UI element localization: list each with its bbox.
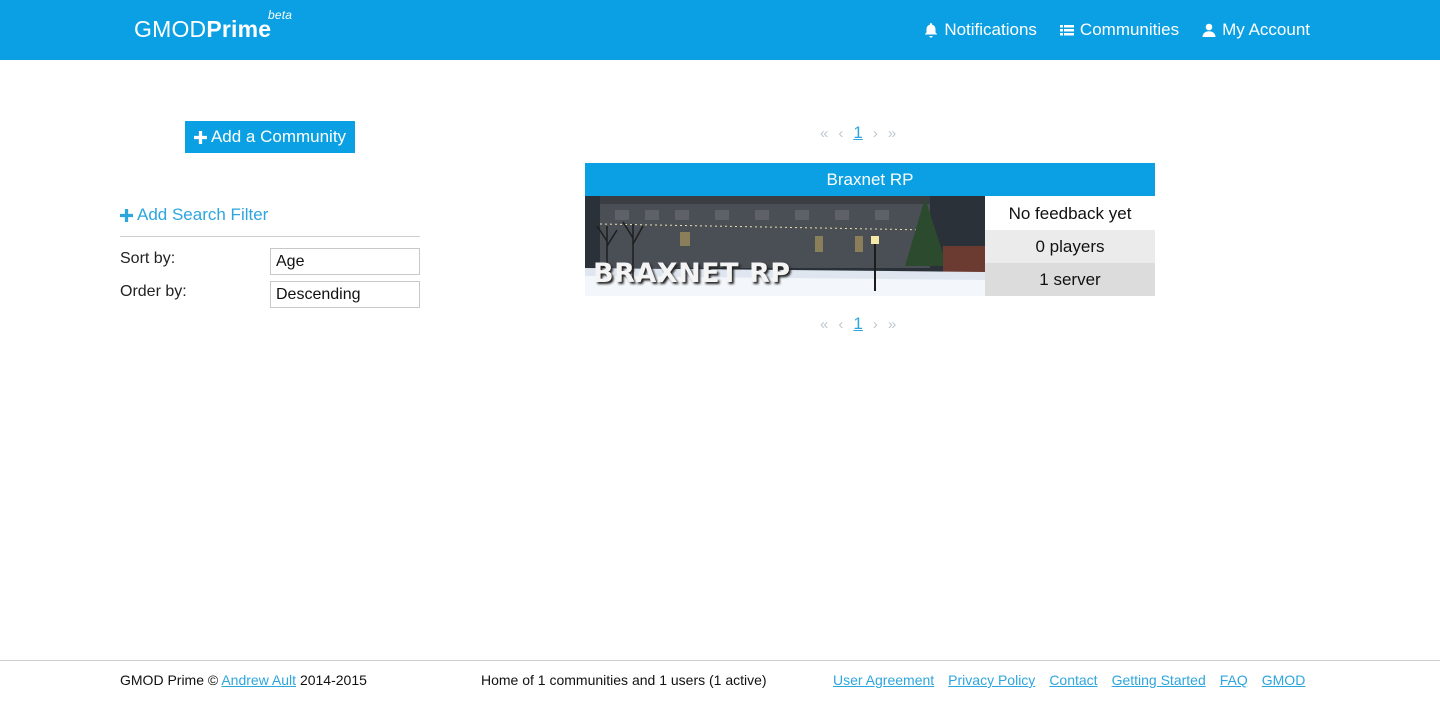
last-page-icon[interactable]: » — [888, 316, 896, 333]
nav-communities[interactable]: Communities — [1059, 20, 1179, 40]
footer-link-gmod[interactable]: GMOD — [1262, 672, 1306, 688]
nav-notifications-label: Notifications — [944, 20, 1037, 39]
footer-stats: Home of 1 communities and 1 users (1 act… — [481, 672, 767, 688]
beta-tag: beta — [268, 8, 293, 22]
prev-page-icon[interactable]: ‹ — [838, 316, 843, 333]
next-page-icon[interactable]: › — [873, 125, 878, 142]
sort-by-label: Sort by: — [120, 250, 176, 267]
pagination-bottom: « ‹ 1 › » — [820, 314, 896, 334]
page-number[interactable]: 1 — [853, 314, 862, 334]
plus-icon — [193, 130, 207, 144]
community-title[interactable]: Braxnet RP — [585, 163, 1155, 196]
copyright-years: 2014-2015 — [299, 672, 367, 688]
footer-link-getting-started[interactable]: Getting Started — [1112, 672, 1206, 688]
page-number[interactable]: 1 — [853, 123, 862, 143]
main-nav: Notifications Communities My Account — [923, 20, 1310, 40]
add-community-button[interactable]: Add a Community — [185, 121, 355, 153]
footer-link-contact[interactable]: Contact — [1049, 672, 1097, 688]
order-by-select[interactable]: Descending — [270, 281, 420, 308]
nav-communities-label: Communities — [1079, 20, 1180, 39]
footer-link-privacy-policy[interactable]: Privacy Policy — [948, 672, 1035, 688]
top-navbar: GMODPrime beta Notifications Communities… — [0, 0, 1440, 60]
nav-notifications[interactable]: Notifications — [923, 20, 1037, 40]
sort-by-select[interactable]: Age — [270, 248, 420, 275]
add-search-filter-link[interactable]: Add Search Filter — [120, 205, 268, 225]
filter-divider — [120, 236, 420, 237]
brand-light-text: GMOD — [134, 16, 207, 42]
first-page-icon[interactable]: « — [820, 316, 828, 333]
footer-links: User Agreement Privacy Policy Contact Ge… — [833, 672, 1305, 688]
footer-link-faq[interactable]: FAQ — [1220, 672, 1248, 688]
last-page-icon[interactable]: » — [888, 125, 896, 142]
brand-bold-text: Prime — [206, 16, 272, 42]
nav-account-label: My Account — [1222, 20, 1310, 39]
author-link[interactable]: Andrew Ault — [221, 672, 296, 688]
community-players: 0 players — [985, 230, 1155, 263]
prev-page-icon[interactable]: ‹ — [838, 125, 843, 142]
nav-account[interactable]: My Account — [1201, 20, 1310, 40]
footer-copyright: GMOD Prime © Andrew Ault 2014-2015 — [120, 672, 367, 688]
order-by-label: Order by: — [120, 283, 187, 300]
community-banner[interactable]: BRAXNET RP — [585, 196, 985, 296]
footer-divider — [0, 660, 1440, 661]
first-page-icon[interactable]: « — [820, 125, 828, 142]
brand-logo[interactable]: GMODPrime beta — [134, 8, 292, 43]
plus-icon — [120, 208, 133, 222]
bell-icon — [925, 23, 938, 38]
footer-link-user-agreement[interactable]: User Agreement — [833, 672, 934, 688]
add-community-label: Add a Community — [210, 127, 347, 146]
pagination-top: « ‹ 1 › » — [820, 123, 896, 143]
list-icon — [1059, 25, 1074, 36]
copyright-prefix: GMOD Prime © — [120, 672, 219, 688]
community-servers: 1 server — [985, 263, 1155, 296]
user-icon — [1202, 23, 1216, 37]
add-search-filter-label: Add Search Filter — [137, 205, 269, 224]
next-page-icon[interactable]: › — [873, 316, 878, 333]
banner-title: BRAXNET RP — [593, 258, 791, 289]
community-feedback: No feedback yet — [985, 197, 1155, 230]
